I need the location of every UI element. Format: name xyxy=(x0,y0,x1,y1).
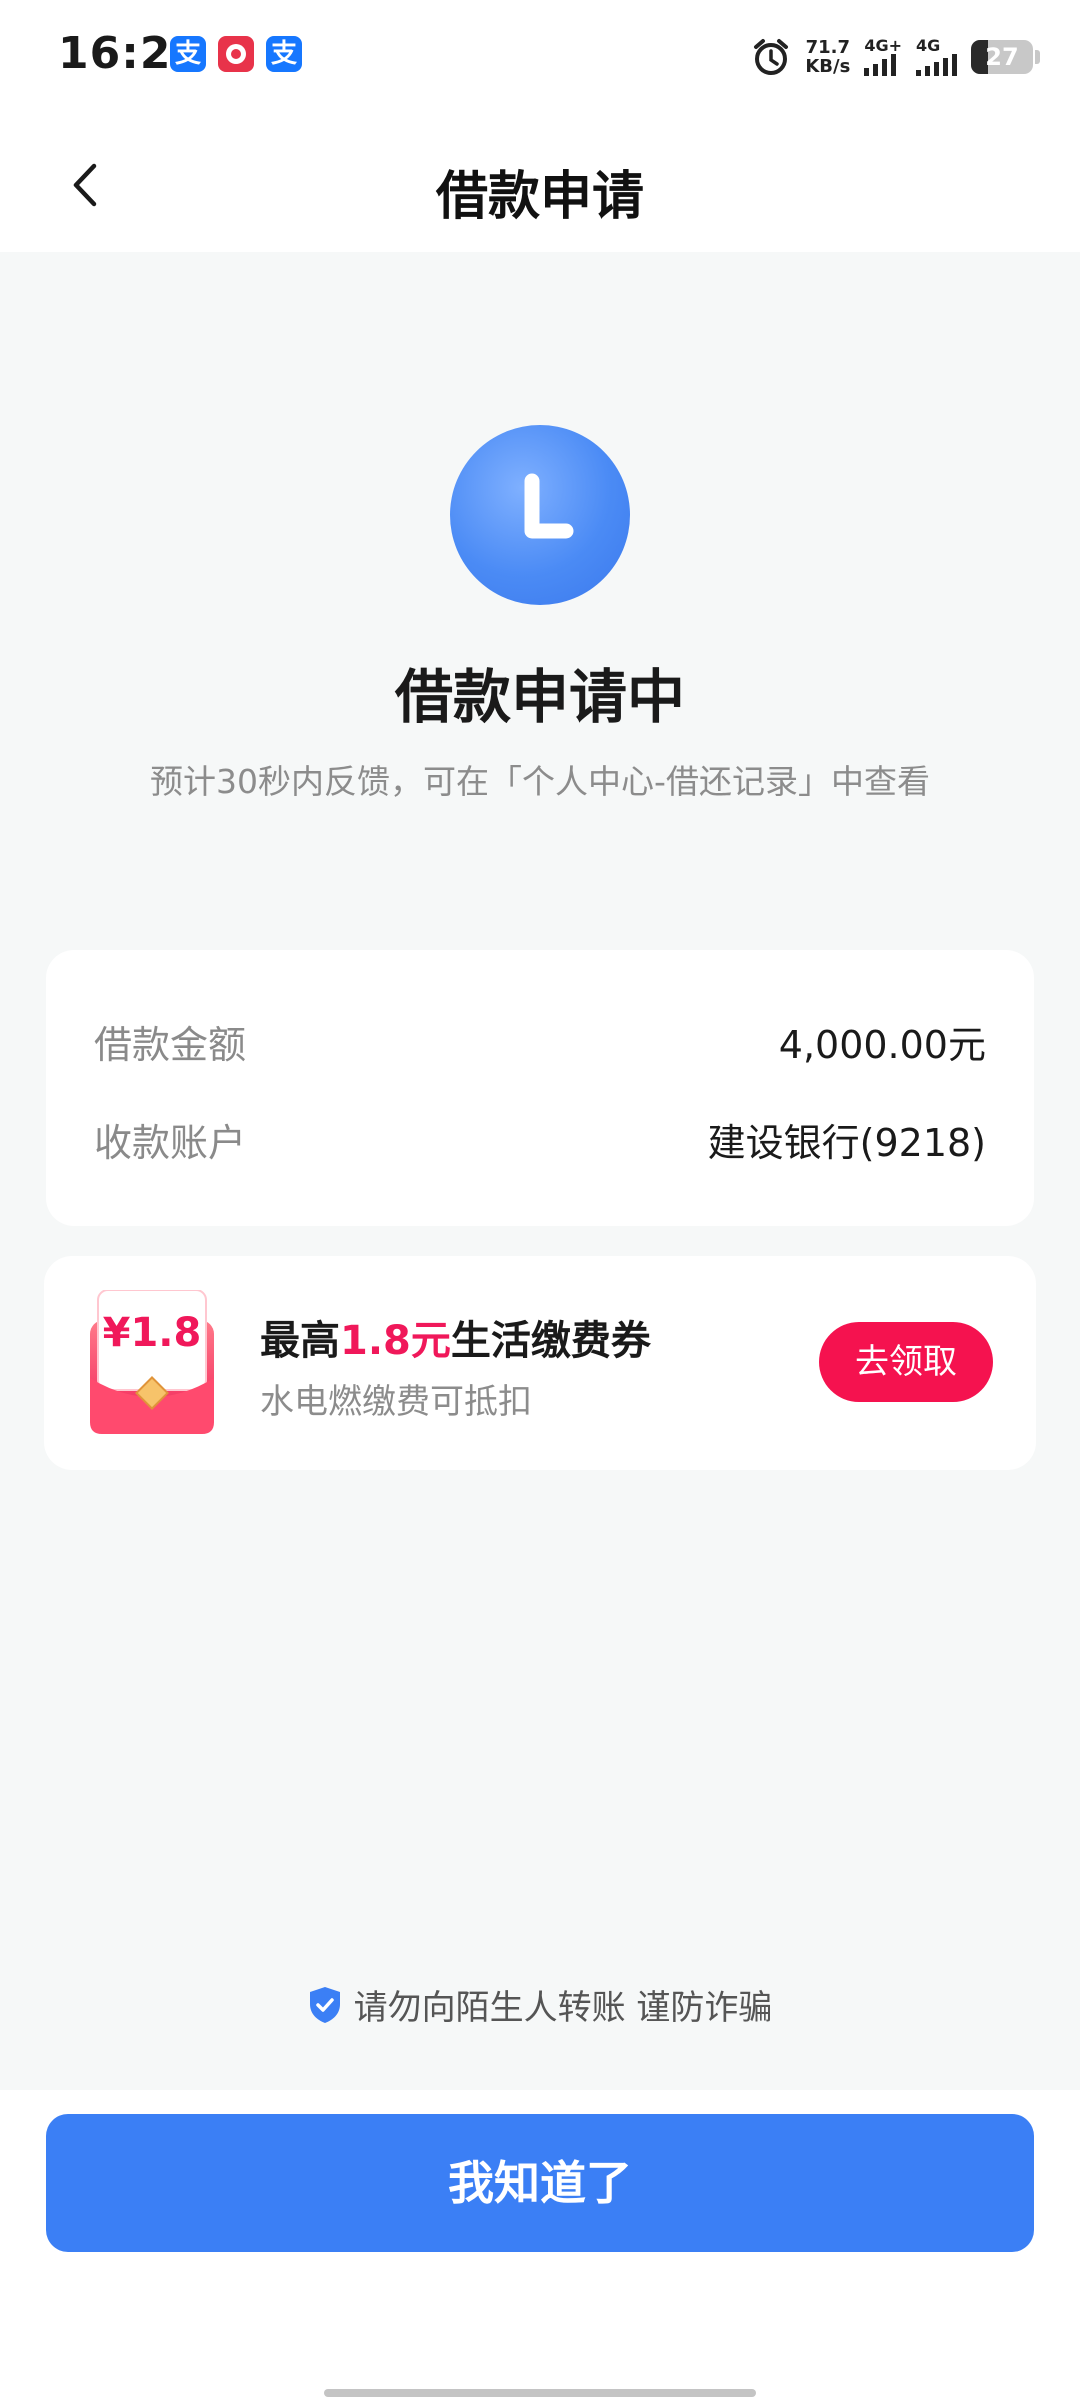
alipay-app-icon: 支 xyxy=(170,36,206,72)
acknowledge-button[interactable]: 我知道了 xyxy=(46,2114,1034,2252)
detail-label-amount: 借款金额 xyxy=(94,1023,247,1067)
alarm-icon xyxy=(754,39,789,75)
detail-value-account: 建设银行(9218) xyxy=(707,1121,986,1165)
shield-check-icon xyxy=(309,1986,340,2023)
signal-bars-icon xyxy=(864,54,897,76)
battery-tip xyxy=(1035,50,1040,64)
status-indicators: 71.7 KB/s 4G+ 4G 27 xyxy=(751,32,1040,82)
detail-value-amount: 4,000.00元 xyxy=(778,1023,986,1067)
loan-details-card: 借款金额 4,000.00元 收款账户 建设银行(9218) xyxy=(46,950,1034,1226)
battery-icon: 27 xyxy=(971,40,1033,74)
detail-label-account: 收款账户 xyxy=(94,1121,247,1165)
status-subtitle: 预计30秒内反馈，可在「个人中心-借还记录」中查看 xyxy=(150,762,930,801)
coupon-badge: ¥1.8 xyxy=(102,1310,202,1356)
clock-icon xyxy=(450,425,630,605)
network-indicator-1: 4G+ xyxy=(864,38,902,76)
bottom-action-area: 我知道了 xyxy=(0,2090,1080,2400)
coupon-card[interactable]: ¥1.8 最高1.8元生活缴费券 水电燃缴费可抵扣 去领取 xyxy=(44,1256,1036,1470)
home-indicator[interactable] xyxy=(324,2389,756,2397)
red-app-icon xyxy=(218,36,254,72)
coupon-subtitle: 水电燃缴费可抵扣 xyxy=(260,1382,532,1422)
status-title: 借款申请中 xyxy=(394,663,685,731)
nav-bar: 借款申请 xyxy=(0,120,1080,252)
network-indicator-2: 4G xyxy=(916,38,957,76)
alipay-app-icon-2: 支 xyxy=(266,36,302,72)
notice-text: 请勿向陌生人转账 谨防诈骗 xyxy=(353,1988,773,2028)
status-bar: 16:21 支 支 71.7 KB/s 4G+ 4G 27 xyxy=(0,0,1080,120)
coupon-title-highlight: 1.8元 xyxy=(340,1318,451,1364)
red-envelope-icon: ¥1.8 xyxy=(88,1289,216,1436)
signal-bars-icon-2 xyxy=(916,54,957,76)
page-title: 借款申请 xyxy=(435,167,644,227)
claim-coupon-button[interactable]: 去领取 xyxy=(819,1322,993,1402)
coupon-title: 最高1.8元生活缴费券 xyxy=(260,1318,651,1364)
net-speed: 71.7 KB/s xyxy=(805,37,851,77)
anti-fraud-notice: 请勿向陌生人转账 谨防诈骗 xyxy=(0,1980,1080,2029)
